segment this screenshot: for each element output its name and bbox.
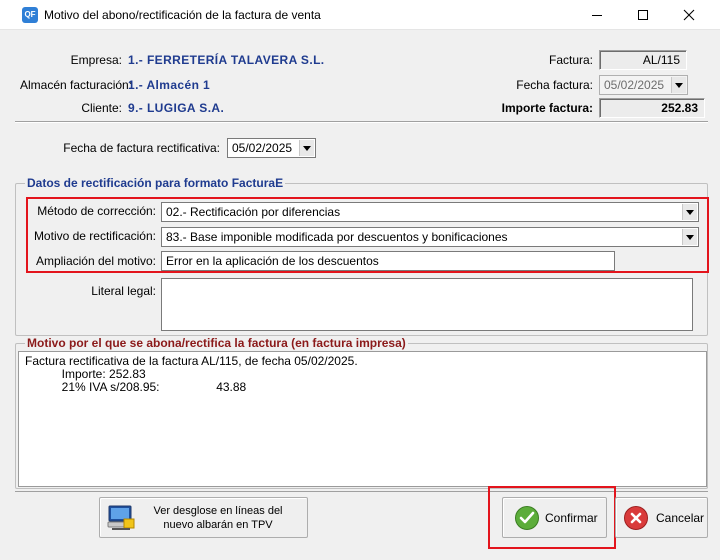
fecha-rectificativa-value: 05/02/2025 xyxy=(232,141,293,155)
almacen-value: 1.- Almacén 1 xyxy=(128,78,211,92)
fecha-factura-value: 05/02/2025 xyxy=(604,78,665,92)
fecha-factura-dropdown: 05/02/2025 xyxy=(599,75,688,95)
confirmar-label: Confirmar xyxy=(545,510,598,525)
importe-field: 252.83 xyxy=(599,98,705,118)
factura-field: AL/115 xyxy=(599,50,687,70)
window-title: Motivo del abono/rectificación de la fac… xyxy=(44,8,321,22)
maximize-button[interactable] xyxy=(620,0,666,30)
chevron-down-icon[interactable] xyxy=(682,204,697,220)
computer-icon xyxy=(106,503,138,533)
ampliacion-input[interactable]: Error en la aplicación de los descuentos xyxy=(161,251,615,271)
motivo-impreso-group-title: Motivo por el que se abona/rectifica la … xyxy=(25,336,408,350)
ver-desglose-button[interactable]: Ver desglose en líneas del nuevo albarán… xyxy=(99,497,308,538)
metodo-dropdown[interactable]: 02.- Rectificación por diferencias xyxy=(161,202,699,222)
checkmark-icon xyxy=(515,505,539,530)
chevron-down-icon xyxy=(671,77,686,93)
app-icon: QF xyxy=(22,7,38,23)
cancelar-label: Cancelar xyxy=(656,510,705,525)
ver-desglose-label: Ver desglose en líneas del nuevo albarán… xyxy=(153,504,283,531)
ampliacion-label: Ampliación del motivo: xyxy=(35,254,156,268)
chevron-down-icon[interactable] xyxy=(682,229,697,245)
motivo-value: 83.- Base imponible modificada por descu… xyxy=(166,230,508,244)
title-bar: QF Motivo del abono/rectificación de la … xyxy=(0,0,720,30)
fecha-rectificativa-dropdown[interactable]: 05/02/2025 xyxy=(227,138,316,158)
metodo-value: 02.- Rectificación por diferencias xyxy=(166,205,341,219)
confirmar-button[interactable]: Confirmar xyxy=(502,497,607,538)
close-button[interactable] xyxy=(666,0,712,30)
cancelar-button[interactable]: Cancelar xyxy=(615,497,708,538)
empresa-label: Empresa: xyxy=(70,53,122,67)
cliente-value: 9.- LUGIGA S.A. xyxy=(128,101,225,115)
fecha-rectificativa-label: Fecha de factura rectificativa: xyxy=(63,141,220,155)
metodo-label: Método de corrección: xyxy=(37,204,156,218)
empresa-value: 1.- FERRETERÍA TALAVERA S.L. xyxy=(128,53,325,67)
motivo-impreso-textarea[interactable]: Factura rectificativa de la factura AL/1… xyxy=(18,351,707,487)
header-divider xyxy=(15,121,708,122)
motivo-dropdown[interactable]: 83.- Base imponible modificada por descu… xyxy=(161,227,699,247)
minimize-button[interactable] xyxy=(574,0,620,30)
facturae-group-title: Datos de rectificación para formato Fact… xyxy=(25,176,286,190)
chevron-down-icon[interactable] xyxy=(299,140,314,156)
almacen-label: Almacén facturación: xyxy=(20,78,133,92)
minimize-icon xyxy=(592,15,602,16)
maximize-icon xyxy=(638,10,648,20)
motivo-label: Motivo de rectificación: xyxy=(33,229,156,243)
factura-label: Factura: xyxy=(548,53,593,67)
importe-label: Importe factura: xyxy=(501,101,593,115)
close-icon xyxy=(683,9,695,21)
literal-label: Literal legal: xyxy=(91,284,156,298)
fecha-factura-label: Fecha factura: xyxy=(516,78,593,92)
literal-legal-textarea[interactable] xyxy=(161,278,693,331)
cancel-icon xyxy=(624,505,648,530)
cliente-label: Cliente: xyxy=(81,101,122,115)
